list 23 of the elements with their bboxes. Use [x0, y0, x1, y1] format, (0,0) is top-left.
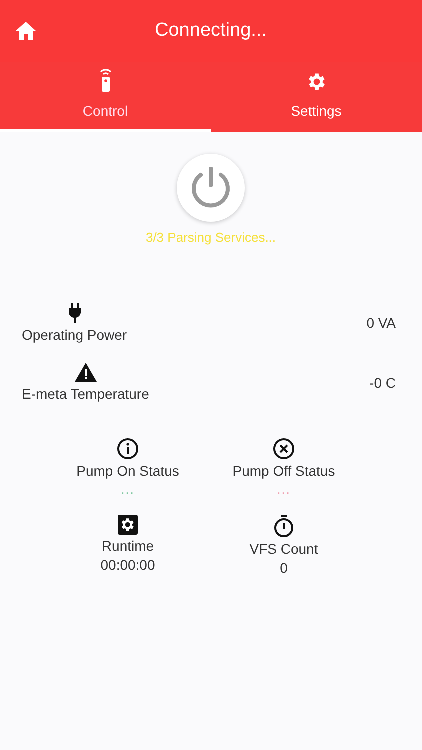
status-dots: ... — [277, 482, 291, 497]
gear-icon — [118, 515, 138, 535]
reading-label: E-meta Temperature — [22, 386, 150, 402]
header-title: Connecting... — [155, 20, 267, 42]
tile-label: Pump On Status — [76, 463, 180, 479]
home-icon[interactable] — [16, 22, 36, 40]
info-icon — [117, 438, 139, 460]
tile-label: VFS Count — [250, 541, 318, 557]
status-dots: ... — [121, 482, 135, 497]
reading-label: Operating Power — [22, 327, 128, 343]
warning-icon — [74, 363, 97, 382]
tile-label: Pump Off Status — [232, 463, 336, 479]
stopwatch-icon — [274, 515, 294, 538]
tile-value: 0 — [280, 560, 288, 576]
reading-value: -0 C — [370, 374, 396, 390]
tile-label: Runtime — [102, 538, 154, 554]
reading-value: 0 VA — [366, 315, 396, 331]
close-icon — [273, 438, 295, 460]
remote-icon — [98, 67, 114, 93]
tile-value: 00:00:00 — [100, 557, 156, 573]
power-button[interactable] — [177, 154, 245, 222]
status-text: 3/3 Parsing Services... — [146, 230, 276, 245]
plug-icon — [68, 303, 82, 323]
